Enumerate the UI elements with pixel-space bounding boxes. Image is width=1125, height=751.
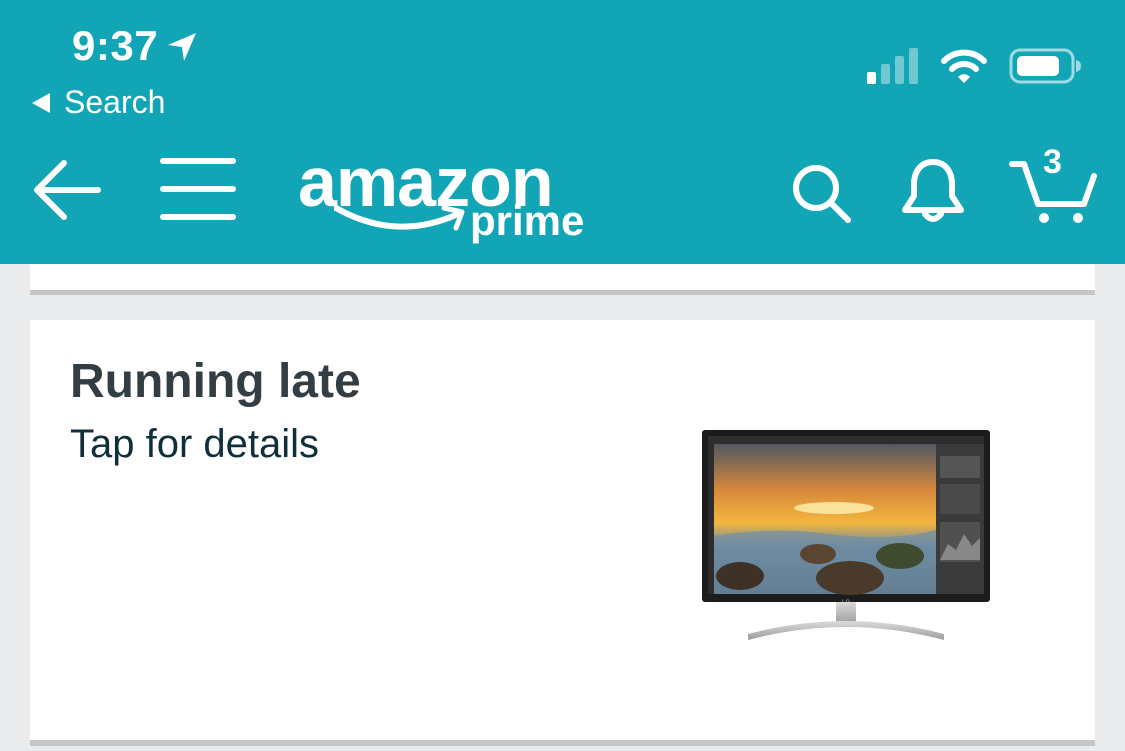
amazon-prime-logo[interactable]: amazon prime <box>298 142 598 252</box>
delivery-status-card[interactable]: Running late Tap for details <box>30 320 1095 746</box>
back-arrow-icon[interactable] <box>32 158 102 222</box>
location-arrow-icon <box>168 33 197 61</box>
status-time: 9:37 <box>72 22 198 70</box>
menu-icon[interactable] <box>160 157 236 221</box>
back-to-search-label: Search <box>64 84 166 120</box>
wifi-icon <box>941 49 987 83</box>
previous-card <box>30 264 1095 295</box>
bell-icon[interactable] <box>900 156 966 224</box>
signal-icon <box>867 48 918 84</box>
cart-count-badge: 3 <box>1043 143 1062 181</box>
back-triangle-icon <box>32 92 50 113</box>
status-indicators <box>867 48 1083 84</box>
app-header: 9:37 Search amazon prime 3 <box>0 0 1125 264</box>
card-title: Running late <box>70 355 361 408</box>
logo-prime-text: prime <box>470 197 585 244</box>
card-subtitle: Tap for details <box>70 422 320 466</box>
back-to-search-link[interactable]: Search <box>32 84 165 121</box>
status-time-label: 9:37 <box>72 22 159 69</box>
battery-icon <box>1009 48 1081 84</box>
product-monitor-image: LG <box>702 430 990 640</box>
logo-smile-icon <box>334 205 465 231</box>
search-icon[interactable] <box>790 162 852 224</box>
